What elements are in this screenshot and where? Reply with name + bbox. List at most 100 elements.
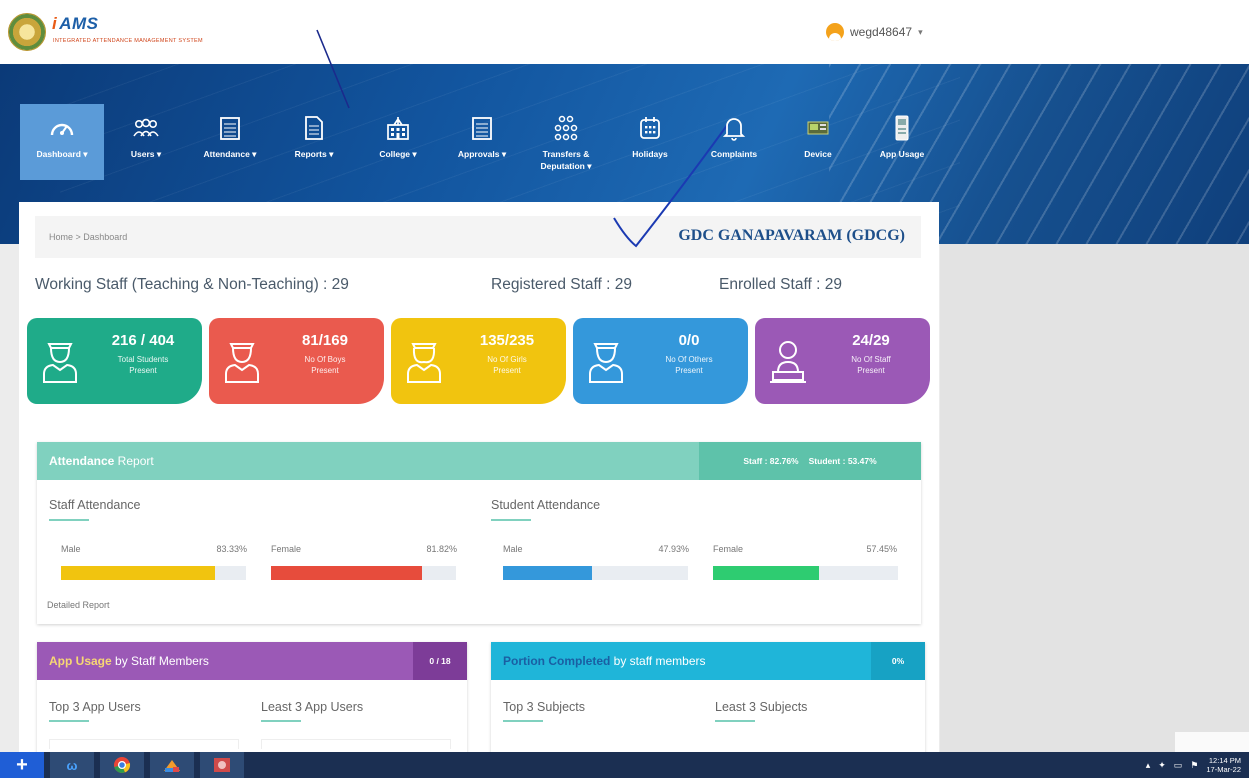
chrome-icon[interactable] [100,752,144,778]
os-taskbar: + ω ▴ ✦ ▭ ⚑ 12:14 PM 17-Mar-22 [0,752,1249,778]
portion-completed-title: Portion Completed by staff members [503,654,706,668]
nav-reports[interactable]: Reports ▾ [272,104,356,180]
nav-users[interactable]: Users ▾ [104,104,188,180]
nav-college[interactable]: College ▾ [356,104,440,180]
attendance-summary-badge: Staff : 82.76% Student : 53.47% [699,442,921,480]
nav-holidays[interactable]: Holidays [608,104,692,180]
student-female-label: Female [713,544,744,554]
app-usage-header: App Usage by Staff Members 0 / 18 [37,642,467,680]
nav-dashboard[interactable]: Dashboard ▾ [20,104,104,180]
media-app-icon[interactable] [200,752,244,778]
logo-subtitle: INTEGRATED ATTENDANCE MANAGEMENT SYSTEM [53,38,203,44]
main-panel: Home > Dashboard GDC GANAPAVARAM (GDCG) … [19,202,939,772]
nav-app-usage[interactable]: App Usage [860,104,944,180]
bar-fill [503,566,592,580]
clock[interactable]: 12:14 PM 17-Mar-22 [1206,756,1241,774]
girl-student-icon [407,343,441,383]
student-female-bar [713,566,898,580]
divider [49,519,89,521]
portion-completed-header: Portion Completed by staff members 0% [491,642,925,680]
staff-male-label: Male [61,544,81,554]
document-icon [300,114,328,142]
summary-tiles: 216 / 404 Total Students Present 81/169 N… [27,318,930,404]
attendance-report-card: Attendance Report Staff : 82.76% Student … [37,442,921,624]
divider [261,720,301,722]
student-male-pct: 47.93% [658,544,689,554]
bell-icon [720,114,748,142]
user-menu[interactable]: wegd48647 ▾ [826,23,923,41]
college-name: GDC GANAPAVARAM (GDCG) [678,227,905,244]
user-avatar-icon [826,23,844,41]
student-icon [589,343,623,383]
corner-widget [1175,732,1249,754]
student-female-pct: 57.45% [866,544,897,554]
student-attendance-title: Student Attendance [491,498,601,512]
iams-logo-title[interactable]: i AMS [52,14,99,34]
bar-fill [713,566,820,580]
staff-female-pct: 81.82% [426,544,457,554]
start-button[interactable]: + [0,752,44,778]
detailed-report-link[interactable]: Detailed Report [47,600,110,610]
taskbar-app-icon[interactable]: ω [50,752,94,778]
calendar-icon [216,114,244,142]
list-placeholder [49,739,239,749]
calendar-grid-icon [636,114,664,142]
divider [503,720,543,722]
least-app-users-title: Least 3 App Users [261,700,364,714]
staff-male-pct: 83.33% [216,544,247,554]
right-blank-area [940,244,1249,752]
divider [715,720,755,722]
nav-complaints[interactable]: Complaints [692,104,776,180]
battery-icon[interactable]: ▭ [1174,760,1183,771]
ap-seal-logo [8,13,46,51]
staff-female-bar [271,566,456,580]
breadcrumb[interactable]: Home > Dashboard [49,232,127,242]
breadcrumb-bar: Home > Dashboard GDC GANAPAVARAM (GDCG) [35,216,921,258]
staff-male-bar [61,566,246,580]
device-icon [804,114,832,142]
list-placeholder [261,739,451,749]
boy-student-icon [225,343,259,383]
nav-attendance[interactable]: Attendance ▾ [188,104,272,180]
chevron-down-icon: ▾ [918,26,923,37]
tile-total-students[interactable]: 216 / 404 Total Students Present [27,318,202,404]
paint-app-icon[interactable] [150,752,194,778]
top-app-users-title: Top 3 App Users [49,700,141,714]
top-header: i AMS INTEGRATED ATTENDANCE MANAGEMENT SY… [0,0,1249,64]
tile-others[interactable]: 0/0 No Of Others Present [573,318,748,404]
staff-female-label: Female [271,544,302,554]
app-usage-badge: 0 / 18 [413,642,467,680]
username: wegd48647 [850,25,913,39]
top-subjects-title: Top 3 Subjects [503,700,585,714]
app-usage-title: App Usage by Staff Members [49,654,209,668]
attendance-report-header: Attendance Report Staff : 82.76% Student … [37,442,921,480]
portion-completed-badge: 0% [871,642,925,680]
tile-boys[interactable]: 81/169 No Of Boys Present [209,318,384,404]
enrolled-staff-count: Enrolled Staff : 29 [719,276,842,293]
student-icon [43,343,77,383]
divider [49,720,89,722]
flag-icon[interactable]: ⚑ [1190,760,1198,771]
staff-icon [770,341,806,383]
chevron-up-icon[interactable]: ▴ [1146,760,1151,771]
divider [491,519,531,521]
student-male-bar [503,566,688,580]
attendance-report-title: Attendance Report [49,454,154,468]
least-subjects-title: Least 3 Subjects [715,700,808,714]
phone-icon [888,114,916,142]
nav-approvals[interactable]: Approvals ▾ [440,104,524,180]
nav-device[interactable]: Device [776,104,860,180]
tile-girls[interactable]: 135/235 No Of Girls Present [391,318,566,404]
tile-staff[interactable]: 24/29 No Of Staff Present [755,318,930,404]
main-nav: Dashboard ▾ Users ▾ Attendance ▾ Reports… [20,104,944,180]
network-icon[interactable]: ✦ [1158,760,1166,771]
users-icon [132,114,160,142]
registered-staff-count: Registered Staff : 29 [491,276,633,293]
org-chart-icon [552,114,580,142]
student-male-label: Male [503,544,523,554]
building-icon [384,114,412,142]
bar-fill [271,566,423,580]
calendar-icon [468,114,496,142]
nav-transfers[interactable]: Transfers & Deputation ▾ [524,104,608,180]
working-staff-count: Working Staff (Teaching & Non-Teaching) … [35,276,349,293]
